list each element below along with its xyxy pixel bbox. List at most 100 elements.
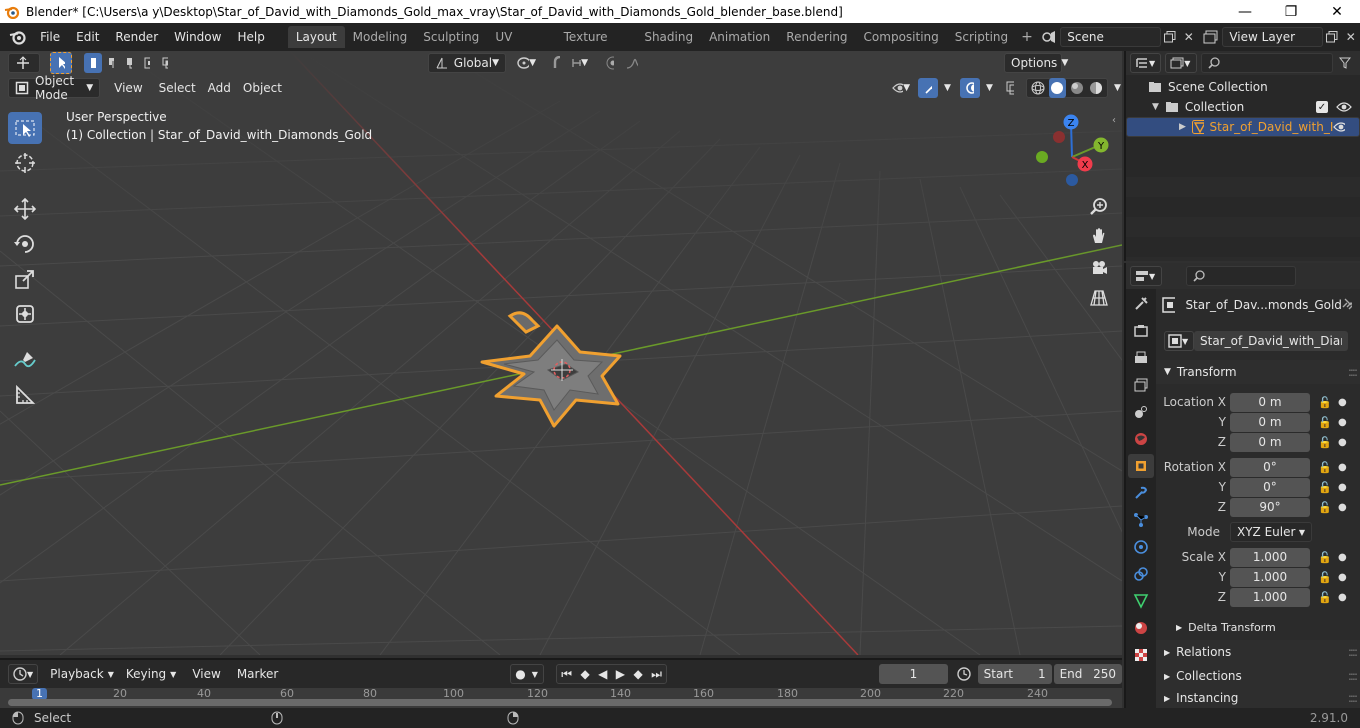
- collapse-chevron-icon[interactable]: ▼: [1152, 102, 1159, 112]
- keyframe-dot-icon[interactable]: ●: [1338, 482, 1347, 493]
- 3d-viewport[interactable]: Global ▼ ▼ ▼ Options ▼ Object Mode ▼ Vie…: [0, 51, 1122, 655]
- world-tab-icon[interactable]: [1128, 427, 1154, 451]
- keyframe-dot-icon[interactable]: ●: [1338, 592, 1347, 603]
- keyframe-dot-icon[interactable]: ●: [1338, 572, 1347, 583]
- data-tab-icon[interactable]: [1128, 589, 1154, 613]
- lock-icon[interactable]: 🔓: [1318, 461, 1332, 474]
- rotate-tool[interactable]: [8, 228, 42, 260]
- proportional-falloff-icon[interactable]: [620, 53, 644, 73]
- pivot-point-icon[interactable]: ▼: [510, 53, 542, 73]
- select-tool-icon[interactable]: [50, 52, 72, 74]
- scale-z-field[interactable]: 1.000: [1230, 587, 1310, 607]
- tab-compositing[interactable]: Compositing: [856, 26, 947, 48]
- tab-sculpting[interactable]: Sculpting: [415, 26, 487, 48]
- move-tool[interactable]: [8, 193, 42, 225]
- exclude-checkbox[interactable]: ✓: [1316, 101, 1328, 113]
- drag-handle-icon[interactable]: ::::: [1348, 691, 1358, 705]
- view-layer-tab-icon[interactable]: [1128, 373, 1154, 397]
- drag-handle-icon[interactable]: ::::: [1348, 645, 1358, 659]
- duplicate-view-layer-icon[interactable]: [1323, 27, 1341, 47]
- rendered-shading-icon[interactable]: [1088, 78, 1106, 98]
- expand-chevron-icon[interactable]: ▶: [1179, 122, 1186, 132]
- transform-section-header[interactable]: ▼ Transform ::::: [1156, 360, 1360, 384]
- editor-type-select[interactable]: ▼: [1130, 53, 1162, 73]
- timeline-menu-marker[interactable]: Marker: [231, 664, 284, 684]
- keying-menu[interactable]: Keying ▼: [120, 664, 182, 684]
- visibility-eye-icon[interactable]: ▼: [886, 78, 916, 98]
- particles-tab-icon[interactable]: [1128, 508, 1154, 532]
- scale-tool[interactable]: [8, 263, 42, 295]
- menu-render[interactable]: Render: [107, 23, 166, 51]
- viewport-menu-select[interactable]: Select: [153, 78, 202, 98]
- select-mode-subtract-icon[interactable]: [120, 53, 138, 73]
- viewport-menu-view[interactable]: View: [108, 78, 148, 98]
- scene-icon[interactable]: [1040, 27, 1058, 47]
- lock-icon[interactable]: 🔓: [1318, 396, 1332, 409]
- cursor-tool[interactable]: [8, 147, 42, 179]
- rotation-z-field[interactable]: 90°: [1230, 497, 1310, 517]
- select-mode-new-icon[interactable]: [84, 53, 102, 73]
- timeline-scrollbar[interactable]: [8, 699, 1112, 706]
- filter-icon[interactable]: [1335, 53, 1356, 73]
- menu-window[interactable]: Window: [166, 23, 229, 51]
- current-frame-field[interactable]: 1: [879, 664, 948, 684]
- navigation-gizmo[interactable]: Z Y X: [1028, 113, 1118, 203]
- scene-tab-icon[interactable]: [1128, 400, 1154, 424]
- view-layer-selector[interactable]: View Layer: [1222, 27, 1324, 47]
- minimize-button[interactable]: —: [1222, 0, 1268, 23]
- output-tab-icon[interactable]: [1128, 346, 1154, 370]
- lock-icon[interactable]: 🔓: [1318, 551, 1332, 564]
- object-tab-icon[interactable]: [1128, 454, 1154, 478]
- jump-to-end-icon[interactable]: ⏭: [651, 667, 662, 682]
- zoom-icon[interactable]: [1086, 193, 1112, 219]
- outliner-scene-collection[interactable]: Scene Collection: [1126, 77, 1360, 97]
- tab-modeling[interactable]: Modeling: [345, 26, 416, 48]
- location-y-field[interactable]: 0 m: [1230, 412, 1310, 432]
- collections-section-header[interactable]: ▶ Collections ::::: [1156, 664, 1360, 688]
- timeline-ruler[interactable]: 1 20 40 60 80 100 120 140 160 180 200 22…: [0, 688, 1122, 708]
- modifier-tab-icon[interactable]: [1128, 481, 1154, 505]
- outliner-object-row[interactable]: ▶ Star_of_David_with_I: [1126, 117, 1360, 137]
- render-tab-icon[interactable]: [1128, 319, 1154, 343]
- keyframe-dot-icon[interactable]: ●: [1338, 417, 1347, 428]
- interaction-mode-select[interactable]: Object Mode ▼: [8, 74, 101, 102]
- tab-animation[interactable]: Animation: [701, 26, 778, 48]
- options-dropdown[interactable]: Options ▼: [1004, 53, 1068, 73]
- visibility-eye-icon[interactable]: [1336, 101, 1352, 113]
- auto-keying-toggle[interactable]: ● ▼: [510, 664, 544, 684]
- tab-layout[interactable]: Layout: [287, 26, 345, 48]
- lock-icon[interactable]: 🔓: [1318, 416, 1332, 429]
- scene-selector[interactable]: Scene: [1060, 27, 1162, 47]
- drag-handle-icon[interactable]: ::::: [1348, 365, 1358, 379]
- view-layer-icon[interactable]: [1202, 27, 1220, 47]
- maximize-button[interactable]: ❐: [1268, 0, 1314, 23]
- object-name-field[interactable]: Star_of_Dav...monds_Gold: [1185, 298, 1341, 312]
- tool-tab-icon[interactable]: [1128, 292, 1154, 316]
- lock-icon[interactable]: 🔓: [1318, 571, 1332, 584]
- overlays-options-chevron[interactable]: ▼: [980, 78, 994, 98]
- tab-shading[interactable]: Shading: [636, 26, 701, 48]
- pin-icon[interactable]: [1342, 298, 1352, 312]
- tab-texture-paint[interactable]: Texture Paint: [556, 26, 637, 66]
- pan-hand-icon[interactable]: [1086, 223, 1112, 249]
- sidebar-toggle-icon[interactable]: ‹: [1112, 115, 1116, 126]
- lock-icon[interactable]: 🔓: [1318, 436, 1332, 449]
- add-workspace-button[interactable]: +: [1016, 29, 1038, 45]
- visibility-eye-icon[interactable]: [1333, 121, 1345, 133]
- start-frame-field[interactable]: Start 1: [977, 664, 1052, 684]
- lock-icon[interactable]: 🔓: [1318, 591, 1332, 604]
- wireframe-shading-icon[interactable]: [1029, 78, 1047, 98]
- playback-menu[interactable]: Playback ▼: [44, 664, 120, 684]
- blender-menu-icon[interactable]: [8, 27, 28, 47]
- transform-tool[interactable]: [8, 298, 42, 330]
- play-reverse-icon[interactable]: ◀: [598, 667, 607, 681]
- object-datablock-field[interactable]: Star_of_David_with_Diamon...: [1194, 331, 1348, 351]
- location-z-field[interactable]: 0 m: [1230, 432, 1310, 452]
- measure-tool[interactable]: [8, 379, 42, 411]
- outliner-collection[interactable]: ▼ Collection ✓: [1126, 97, 1360, 117]
- relations-section-header[interactable]: ▶ Relations ::::: [1156, 640, 1360, 664]
- annotate-tool[interactable]: [8, 344, 42, 376]
- transform-orientation-select[interactable]: Global ▼: [428, 53, 506, 73]
- rotation-mode-select[interactable]: XYZ Euler ▼: [1230, 522, 1312, 542]
- object-browse-select[interactable]: ▼: [1164, 331, 1194, 351]
